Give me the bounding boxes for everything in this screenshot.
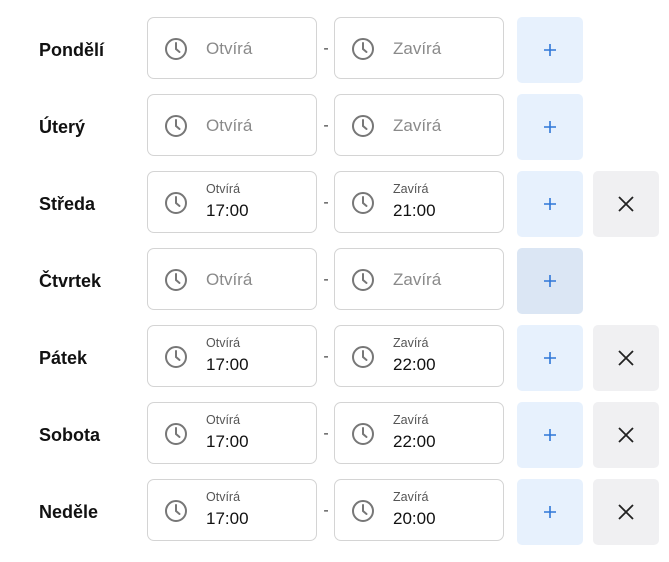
day-label: Sobota	[39, 425, 100, 445]
close-value: 21:00	[393, 201, 436, 220]
open-label: Otvírá	[206, 336, 241, 350]
clock-icon	[352, 500, 374, 522]
close-value: 20:00	[393, 509, 436, 528]
close-icon	[618, 427, 634, 443]
day-row-patek: Pátek Otvírá 17:00 - Zavírá 22:00	[0, 325, 669, 391]
plus-icon	[544, 506, 556, 518]
time-separator: -	[323, 194, 329, 211]
clock-icon	[165, 500, 187, 522]
close-placeholder: Zavírá	[393, 270, 442, 289]
close-value: 22:00	[393, 432, 436, 451]
day-row-streda: Středa Otvírá 17:00 - Zavírá 21:00	[0, 171, 669, 237]
close-placeholder: Zavírá	[393, 116, 442, 135]
remove-day-button[interactable]	[593, 171, 659, 237]
add-interval-button[interactable]	[517, 402, 583, 468]
time-separator: -	[323, 425, 329, 442]
close-placeholder: Zavírá	[393, 39, 442, 58]
open-value: 17:00	[206, 355, 249, 374]
remove-day-button[interactable]	[593, 325, 659, 391]
day-label: Středa	[39, 194, 96, 214]
clock-icon	[165, 346, 187, 368]
time-separator: -	[323, 271, 329, 288]
close-time-field[interactable]: Zavírá	[334, 17, 504, 79]
day-row-utery: Úterý Otvírá - Zavírá	[0, 94, 669, 160]
open-time-field[interactable]: Otvírá	[147, 17, 317, 79]
clock-icon	[165, 423, 187, 445]
open-time-field[interactable]: Otvírá	[147, 94, 317, 156]
time-separator: -	[323, 40, 329, 57]
time-separator: -	[323, 117, 329, 134]
day-row-pondeli: Pondělí Otvírá - Zavírá	[0, 17, 669, 83]
close-time-field[interactable]: Zavírá 20:00	[334, 479, 504, 541]
clock-icon	[352, 423, 374, 445]
close-label: Zavírá	[393, 490, 429, 504]
clock-icon	[165, 192, 187, 214]
add-interval-button[interactable]	[517, 248, 583, 314]
remove-day-button[interactable]	[593, 479, 659, 545]
clock-icon	[165, 115, 187, 137]
close-label: Zavírá	[393, 182, 429, 196]
clock-icon	[352, 115, 374, 137]
add-interval-button[interactable]	[517, 171, 583, 237]
add-interval-button[interactable]	[517, 94, 583, 160]
open-placeholder: Otvírá	[206, 39, 253, 58]
clock-icon	[352, 38, 374, 60]
close-label: Zavírá	[393, 413, 429, 427]
day-row-sobota: Sobota Otvírá 17:00 - Zavírá 22:00	[0, 402, 669, 468]
open-value: 17:00	[206, 509, 249, 528]
time-separator: -	[323, 348, 329, 365]
remove-day-button[interactable]	[593, 402, 659, 468]
plus-icon	[544, 44, 556, 56]
close-time-field[interactable]: Zavírá 22:00	[334, 325, 504, 387]
open-placeholder: Otvírá	[206, 116, 253, 135]
plus-icon	[544, 352, 556, 364]
day-label: Neděle	[39, 502, 99, 522]
clock-icon	[352, 269, 374, 291]
close-icon	[618, 196, 634, 212]
day-row-ctvrtek: Čtvrtek Otvírá - Zavírá	[0, 248, 669, 314]
day-label: Pátek	[39, 348, 88, 368]
plus-icon	[544, 121, 556, 133]
clock-icon	[352, 346, 374, 368]
plus-icon	[544, 275, 556, 287]
add-interval-button[interactable]	[517, 17, 583, 83]
open-label: Otvírá	[206, 413, 241, 427]
close-time-field[interactable]: Zavírá	[334, 248, 504, 310]
day-label: Pondělí	[39, 40, 105, 60]
close-time-field[interactable]: Zavírá	[334, 94, 504, 156]
close-label: Zavírá	[393, 336, 429, 350]
time-separator: -	[323, 502, 329, 519]
open-value: 17:00	[206, 432, 249, 451]
clock-icon	[165, 269, 187, 291]
day-label: Úterý	[39, 117, 86, 137]
open-time-field[interactable]: Otvírá 17:00	[147, 479, 317, 541]
plus-icon	[544, 198, 556, 210]
open-label: Otvírá	[206, 490, 241, 504]
close-value: 22:00	[393, 355, 436, 374]
close-time-field[interactable]: Zavírá 21:00	[334, 171, 504, 233]
open-time-field[interactable]: Otvírá 17:00	[147, 325, 317, 387]
open-value: 17:00	[206, 201, 249, 220]
open-time-field[interactable]: Otvírá 17:00	[147, 402, 317, 464]
add-interval-button[interactable]	[517, 479, 583, 545]
open-time-field[interactable]: Otvírá 17:00	[147, 171, 317, 233]
close-icon	[618, 350, 634, 366]
open-time-field[interactable]: Otvírá	[147, 248, 317, 310]
close-icon	[618, 504, 634, 520]
open-label: Otvírá	[206, 182, 241, 196]
open-placeholder: Otvírá	[206, 270, 253, 289]
day-row-nedele: Neděle Otvírá 17:00 - Zavírá 20:00	[0, 479, 669, 545]
day-label: Čtvrtek	[39, 271, 102, 291]
plus-icon	[544, 429, 556, 441]
add-interval-button[interactable]	[517, 325, 583, 391]
clock-icon	[352, 192, 374, 214]
clock-icon	[165, 38, 187, 60]
close-time-field[interactable]: Zavírá 22:00	[334, 402, 504, 464]
